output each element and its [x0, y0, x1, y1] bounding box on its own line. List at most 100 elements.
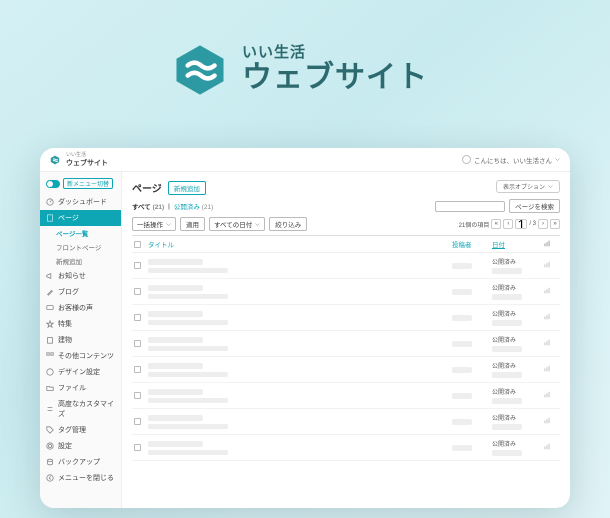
stats-icon[interactable]: [542, 391, 552, 398]
topbar: いい生活 ウェブサイト こんにちは、いい生活さん: [40, 148, 570, 172]
page-icon: [46, 214, 54, 222]
chevron-down-icon: [548, 184, 553, 189]
row-checkbox[interactable]: [134, 262, 141, 269]
row-title[interactable]: [148, 363, 452, 377]
sidebar-item-other[interactable]: その他コンテンツ: [40, 348, 121, 364]
row-checkbox[interactable]: [134, 392, 141, 399]
sidebar-item-label: その他コンテンツ: [58, 351, 114, 361]
row-title[interactable]: [148, 389, 452, 403]
sidebar-item-collapse[interactable]: メニューを閉じる: [40, 470, 121, 486]
row-checkbox[interactable]: [134, 340, 141, 347]
sidebar-item-news[interactable]: お知らせ: [40, 268, 121, 284]
page-first-button[interactable]: «: [491, 219, 501, 229]
sidebar-item-backup[interactable]: バックアップ: [40, 454, 121, 470]
stats-icon[interactable]: [542, 443, 552, 450]
col-author[interactable]: 投稿者: [452, 239, 492, 249]
row-date: 公開済み: [492, 257, 542, 274]
row-checkbox[interactable]: [134, 418, 141, 425]
row-author: [452, 367, 492, 373]
search-button[interactable]: ページを検索: [509, 199, 560, 213]
select-all-checkbox[interactable]: [134, 241, 141, 248]
apply-button[interactable]: 適用: [180, 217, 205, 231]
topbar-sub: いい生活: [66, 151, 108, 158]
page-number-input[interactable]: [515, 219, 527, 229]
row-checkbox[interactable]: [134, 314, 141, 321]
sidebar-item-design[interactable]: デザイン設定: [40, 364, 121, 380]
row-title[interactable]: [148, 311, 452, 325]
new-page-button[interactable]: 新規追加: [168, 181, 206, 195]
table-row: 公開済み: [132, 357, 560, 383]
sidebar-item-feature[interactable]: 特集: [40, 316, 121, 332]
row-title[interactable]: [148, 337, 452, 351]
gauge-icon: [46, 198, 54, 206]
row-checkbox[interactable]: [134, 444, 141, 451]
row-author: [452, 393, 492, 399]
sidebar-item-customize[interactable]: 高度なカスタマイズ: [40, 396, 121, 422]
sliders-icon: [46, 405, 54, 413]
pages-table: タイトル 投稿者 日付 公開済み公開済み公開済み公開済み公開済み公開済み公開済み…: [132, 235, 560, 461]
stats-icon[interactable]: [542, 313, 552, 320]
toggle-switch-icon: [46, 180, 60, 188]
item-count: 21個の項目: [459, 220, 490, 229]
stats-icon[interactable]: [542, 261, 552, 268]
sidebar-item-label: ページ: [58, 213, 79, 223]
sidebar-sub-page-list[interactable]: ページ一覧: [40, 226, 121, 240]
stats-icon[interactable]: [542, 365, 552, 372]
sidebar-sub-front-page[interactable]: フロントページ: [40, 240, 121, 254]
row-author: [452, 315, 492, 321]
palette-icon: [46, 368, 54, 376]
tab-published[interactable]: 公開済み (21): [174, 201, 213, 211]
row-title[interactable]: [148, 441, 452, 455]
date-filter-select[interactable]: すべての日付: [209, 217, 265, 231]
sidebar-item-tags[interactable]: タグ管理: [40, 422, 121, 438]
brand-title: ウェブサイト: [242, 61, 428, 96]
row-date: 公開済み: [492, 283, 542, 300]
sidebar-item-label: ブログ: [58, 287, 79, 297]
display-options-label: 表示オプション: [503, 182, 545, 191]
search-input[interactable]: [435, 201, 505, 212]
col-title[interactable]: タイトル: [148, 239, 452, 249]
folder-icon: [46, 384, 54, 392]
row-author: [452, 263, 492, 269]
sidebar-item-label: 建物: [58, 335, 72, 345]
row-date: 公開済み: [492, 439, 542, 456]
sidebar-item-pages[interactable]: ページ: [40, 210, 121, 226]
table-header: タイトル 投稿者 日付: [132, 236, 560, 253]
display-options-button[interactable]: 表示オプション: [496, 180, 560, 193]
row-title[interactable]: [148, 415, 452, 429]
filter-button[interactable]: 絞り込み: [269, 217, 307, 231]
table-row: 公開済み: [132, 383, 560, 409]
page-next-button[interactable]: ›: [538, 219, 548, 229]
sidebar-item-label: 設定: [58, 441, 72, 451]
chat-icon: [46, 304, 54, 312]
sidebar-sub-new[interactable]: 新規追加: [40, 254, 121, 268]
page-last-button[interactable]: »: [550, 219, 560, 229]
sidebar-item-label: ダッシュボード: [58, 197, 107, 207]
sidebar-item-blog[interactable]: ブログ: [40, 284, 121, 300]
sidebar-item-building[interactable]: 建物: [40, 332, 121, 348]
row-title[interactable]: [148, 285, 452, 299]
stats-icon[interactable]: [542, 339, 552, 346]
topbar-title: ウェブサイト: [66, 158, 108, 168]
bulk-action-select[interactable]: 一括操作: [132, 217, 176, 231]
table-row: 公開済み: [132, 435, 560, 461]
row-author: [452, 341, 492, 347]
col-date[interactable]: 日付: [492, 239, 542, 249]
row-checkbox[interactable]: [134, 288, 141, 295]
stats-icon[interactable]: [542, 417, 552, 424]
table-row: 公開済み: [132, 279, 560, 305]
sidebar-item-dashboard[interactable]: ダッシュボード: [40, 194, 121, 210]
sidebar-item-files[interactable]: ファイル: [40, 380, 121, 396]
page-prev-button[interactable]: ‹: [503, 219, 513, 229]
user-menu[interactable]: こんにちは、いい生活さん: [462, 155, 560, 165]
menu-toggle[interactable]: 新メニュー切替: [40, 176, 121, 191]
table-row: 公開済み: [132, 409, 560, 435]
sidebar-item-settings[interactable]: 設定: [40, 438, 121, 454]
stats-icon[interactable]: [542, 287, 552, 294]
sidebar-item-testimonials[interactable]: お客様の声: [40, 300, 121, 316]
row-checkbox[interactable]: [134, 366, 141, 373]
toggle-label: 新メニュー切替: [63, 178, 113, 189]
row-title[interactable]: [148, 259, 452, 273]
tab-all[interactable]: すべて (21): [132, 201, 164, 211]
row-author: [452, 445, 492, 451]
